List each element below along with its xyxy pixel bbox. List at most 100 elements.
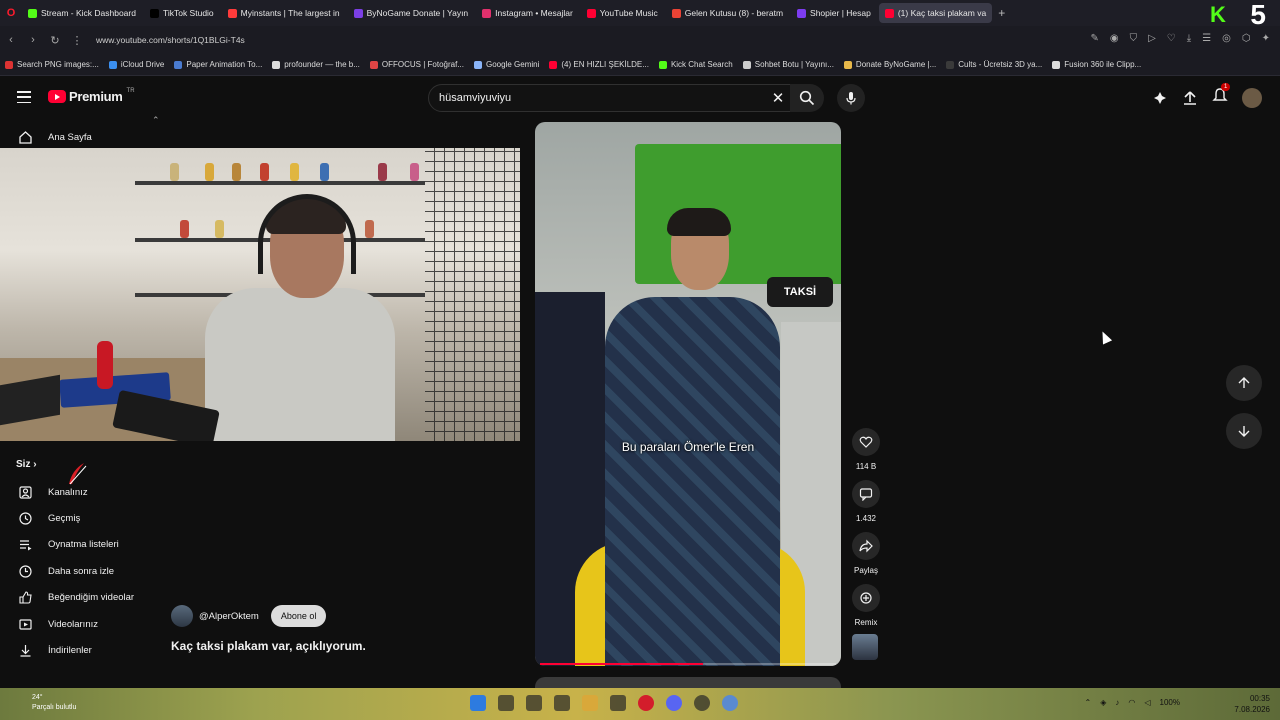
file-explorer-icon[interactable]: [582, 695, 598, 711]
youtube-premium-logo[interactable]: Premium TR: [48, 88, 135, 104]
reload-icon[interactable]: ↻: [44, 34, 66, 47]
heart-icon[interactable]: ♡: [1167, 33, 1176, 44]
sound-thumbnail[interactable]: [852, 634, 878, 660]
extensions-icon[interactable]: ⬡: [1242, 33, 1251, 44]
url-field[interactable]: www.youtube.com/shorts/1Q1BLGi-T4s: [96, 35, 245, 45]
wifi-icon[interactable]: ◠: [1128, 698, 1135, 707]
bookmark-item[interactable]: Fusion 360 ile Clipp...: [1047, 60, 1146, 69]
share-icon: [859, 539, 873, 553]
battery-percent[interactable]: 100%: [1160, 698, 1180, 707]
shield-icon[interactable]: ⛉: [1130, 33, 1138, 44]
download-icon[interactable]: ⤓: [1187, 33, 1191, 44]
app-icon[interactable]: [722, 695, 738, 711]
clear-search-icon[interactable]: ✕: [765, 89, 791, 107]
clock[interactable]: 00:35 7.08.2026: [1234, 693, 1270, 715]
bookmark-item[interactable]: Search PNG images:...: [0, 60, 104, 69]
you-section-title[interactable]: Siz ›: [16, 459, 37, 470]
bookmark-item[interactable]: OFFOCUS | Fotoğraf...: [365, 60, 469, 69]
browser-tab[interactable]: Myinstants | The largest in: [222, 3, 346, 23]
subscribe-button[interactable]: Abone ol: [270, 605, 327, 627]
person-center-hair: [667, 208, 731, 236]
bookmark-item[interactable]: Google Gemini: [469, 60, 544, 69]
chevron-up-icon[interactable]: ⌃: [1085, 698, 1092, 707]
channel-avatar[interactable]: [171, 605, 193, 627]
browser-tab[interactable]: Shopier | Hesap: [791, 3, 877, 23]
camera-icon[interactable]: ◉: [1110, 33, 1119, 44]
network-icon[interactable]: ◈: [1100, 698, 1106, 707]
your-videos-icon: [17, 616, 33, 632]
edit-icon[interactable]: ✎: [1090, 33, 1098, 44]
playlists-icon: [17, 536, 33, 552]
obs-icon[interactable]: [694, 695, 710, 711]
shelf: [135, 181, 425, 185]
browser-tab[interactable]: (1) Kaç taksi plakam va: [878, 3, 993, 23]
weather-widget[interactable]: 24° Parçalı bulutlu: [32, 693, 76, 713]
search-input[interactable]: hüsamviyuviyu: [439, 92, 765, 104]
remix-icon: [860, 592, 872, 604]
search-box[interactable]: hüsamviyuviyu ✕: [428, 84, 792, 112]
short-video-player[interactable]: TAKSİ Bu paraları Ömer'le Eren: [535, 122, 841, 666]
remix-button[interactable]: Remix: [848, 584, 884, 627]
ai-icon[interactable]: ✦: [1262, 33, 1270, 44]
forward-icon[interactable]: ›: [22, 34, 44, 46]
bookmark-favicon-icon: [108, 60, 117, 69]
volume-icon[interactable]: ◁: [1144, 698, 1150, 707]
user-avatar[interactable]: [1242, 87, 1262, 108]
browser-tab[interactable]: ByNoGame Donate | Yayın: [348, 3, 475, 23]
browser-tab[interactable]: Gelen Kutusu (8) - beratm: [666, 3, 789, 23]
weather-temp: 24°: [32, 694, 43, 701]
app-icon[interactable]: [610, 695, 626, 711]
back-icon[interactable]: ‹: [0, 34, 22, 46]
next-short-button[interactable]: [1226, 413, 1262, 449]
bookmark-item[interactable]: Paper Animation To...: [169, 60, 267, 69]
browser-tab[interactable]: YouTube Music: [581, 3, 664, 23]
app-icon[interactable]: [554, 695, 570, 711]
collapse-chevron-icon[interactable]: ⌃: [152, 115, 160, 126]
browser-tab[interactable]: Stream - Kick Dashboard: [22, 3, 142, 23]
search-taskbar-icon[interactable]: [498, 695, 514, 711]
opera-taskbar-icon[interactable]: [638, 695, 654, 711]
filament-spool: [410, 163, 419, 181]
mic-tray-icon[interactable]: ♪: [1115, 698, 1119, 707]
filament-spool: [205, 163, 214, 181]
bookmark-item[interactable]: Donate ByNoGame |...: [839, 60, 941, 69]
date: 7.08.2026: [1234, 705, 1270, 714]
bookmark-favicon-icon: [174, 60, 183, 69]
upload-icon[interactable]: [1182, 90, 1198, 106]
comments-button[interactable]: 1.432: [848, 480, 884, 523]
next-short-preview[interactable]: [535, 677, 841, 688]
task-view-icon[interactable]: [526, 695, 542, 711]
create-sparkle-icon[interactable]: [1152, 90, 1168, 106]
tab-favicon-icon: [353, 8, 363, 18]
filament-spool: [215, 220, 224, 238]
site-info-icon[interactable]: ⋮: [66, 34, 88, 47]
notifications-button[interactable]: 1: [1212, 83, 1231, 108]
search-button[interactable]: [790, 84, 824, 112]
menu-icon[interactable]: ☰: [1202, 33, 1211, 44]
start-icon[interactable]: [470, 695, 486, 711]
browser-tab[interactable]: TikTok Studio: [144, 3, 220, 23]
home-icon: [17, 129, 33, 145]
opera-logo-icon[interactable]: O: [0, 7, 22, 19]
new-tab-button[interactable]: +: [992, 6, 1011, 20]
bookmark-item[interactable]: (4) EN HIZLI ŞEKİLDE...: [544, 60, 654, 69]
video-progress-bar[interactable]: [540, 663, 836, 665]
bookmark-item[interactable]: Kick Chat Search: [654, 60, 738, 69]
previous-short-button[interactable]: [1226, 365, 1262, 401]
discord-icon[interactable]: [666, 695, 682, 711]
bookmark-item[interactable]: profounder — the b...: [267, 60, 365, 69]
bookmark-item[interactable]: iCloud Drive: [104, 60, 170, 69]
play-icon[interactable]: ▷: [1148, 33, 1156, 44]
quill-logo-icon: [69, 463, 87, 485]
video-title[interactable]: Kaç taksi plakam var, açıklıyorum.: [171, 639, 366, 653]
hamburger-menu-icon[interactable]: [17, 91, 31, 103]
share-button[interactable]: Paylaş: [848, 532, 884, 575]
profile-icon[interactable]: ◎: [1222, 33, 1231, 44]
like-button[interactable]: 114 B: [848, 428, 884, 471]
video-subtitle: Bu paraları Ömer'le Eren: [621, 440, 755, 454]
bookmark-item[interactable]: Cults - Ücretsiz 3D ya...: [941, 60, 1047, 69]
bookmark-item[interactable]: Sohbet Botu | Yayını...: [738, 60, 839, 69]
voice-search-button[interactable]: [837, 84, 865, 112]
browser-tab[interactable]: Instagram • Mesajlar: [476, 3, 579, 23]
channel-name[interactable]: @AlperOktem: [199, 611, 259, 622]
